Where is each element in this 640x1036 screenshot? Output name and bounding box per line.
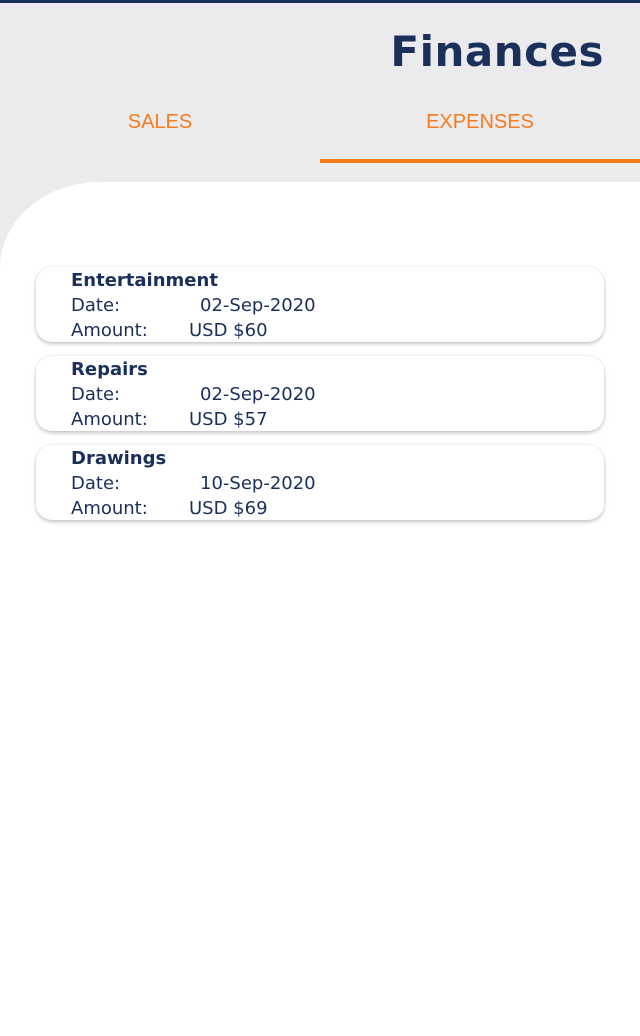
date-row: Date: 10-Sep-2020 xyxy=(71,471,604,496)
date-label: Date: xyxy=(71,473,121,494)
expense-title: Repairs xyxy=(71,359,148,380)
amount-row: Amount: USD $60 xyxy=(71,318,604,343)
finances-screen: Finances SALES EXPENSES Entertainment Da… xyxy=(0,0,640,1036)
expense-card[interactable]: Repairs Date: 02-Sep-2020 Amount: USD $5… xyxy=(36,356,604,431)
date-row: Date: 02-Sep-2020 xyxy=(71,382,604,407)
date-label: Date: xyxy=(71,295,121,316)
amount-label: Amount: xyxy=(71,409,148,430)
tab-sales[interactable]: SALES xyxy=(0,91,320,163)
date-value: 02-Sep-2020 xyxy=(200,384,316,405)
amount-value: USD $69 xyxy=(189,498,268,519)
amount-value: USD $57 xyxy=(189,409,268,430)
date-label: Date: xyxy=(71,384,121,405)
tab-expenses[interactable]: EXPENSES xyxy=(320,91,640,163)
expense-title: Drawings xyxy=(71,448,167,469)
content-panel: Entertainment Date: 02-Sep-2020 Amount: … xyxy=(0,182,640,1036)
date-row: Date: 02-Sep-2020 xyxy=(71,293,604,318)
amount-row: Amount: USD $57 xyxy=(71,407,604,432)
date-value: 02-Sep-2020 xyxy=(200,295,316,316)
amount-label: Amount: xyxy=(71,320,148,341)
expense-list: Entertainment Date: 02-Sep-2020 Amount: … xyxy=(36,267,604,534)
expense-card[interactable]: Entertainment Date: 02-Sep-2020 Amount: … xyxy=(36,267,604,342)
expense-title: Entertainment xyxy=(71,270,218,291)
page-title: Finances xyxy=(390,27,604,76)
header: Finances SALES EXPENSES xyxy=(0,3,640,182)
amount-value: USD $60 xyxy=(189,320,268,341)
amount-label: Amount: xyxy=(71,498,148,519)
expense-card[interactable]: Drawings Date: 10-Sep-2020 Amount: USD $… xyxy=(36,445,604,520)
amount-row: Amount: USD $69 xyxy=(71,496,604,521)
date-value: 10-Sep-2020 xyxy=(200,473,316,494)
tab-bar: SALES EXPENSES xyxy=(0,91,640,163)
